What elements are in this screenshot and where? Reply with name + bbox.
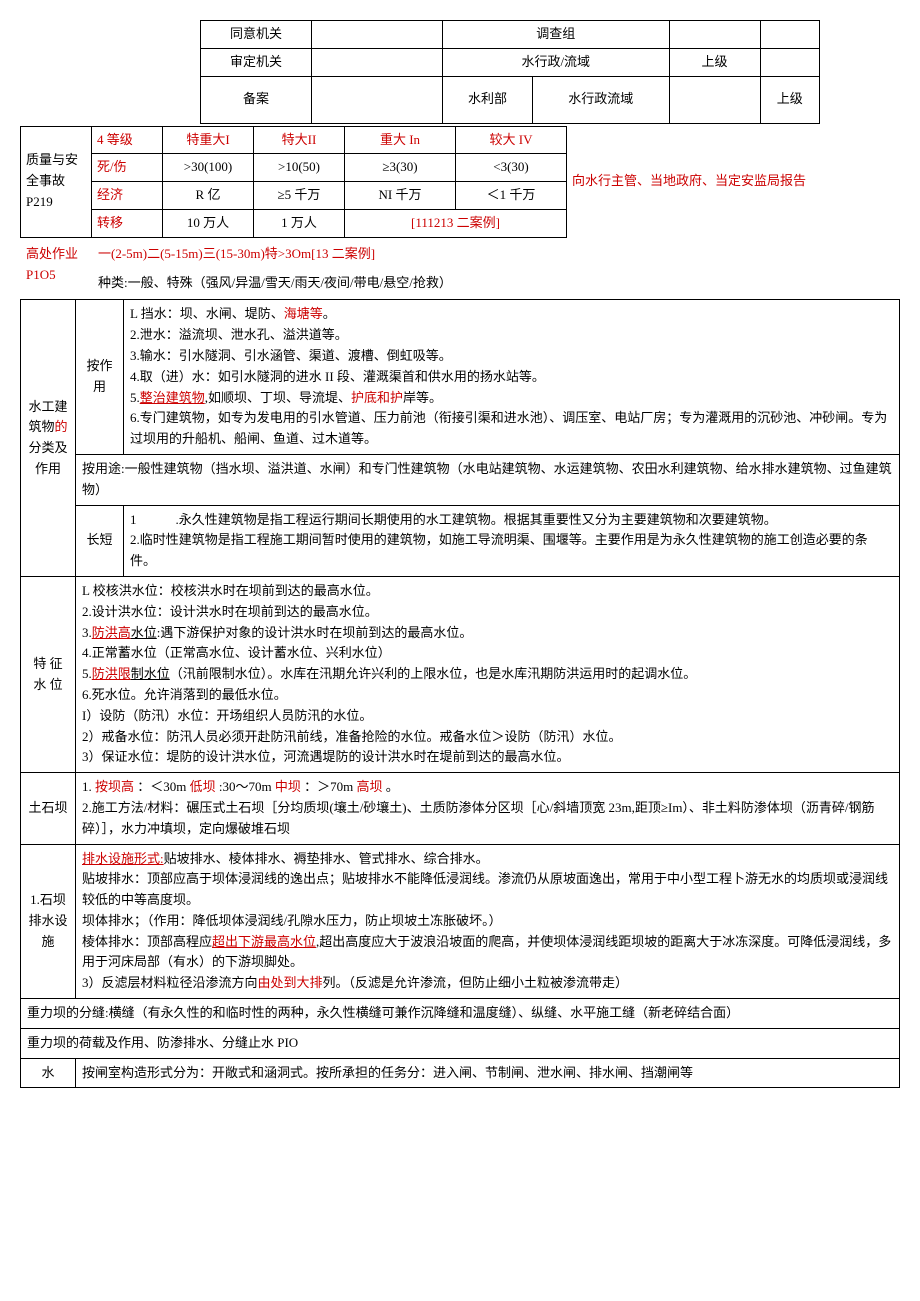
t1r1c1: 同意机关 [201, 21, 312, 49]
t1r1c3: 调查组 [443, 21, 670, 49]
approval-table: 同意机关 调查组 审定机关 水行政/流域 上级 备案 水利部 水行政流域 上级 [200, 20, 820, 124]
t2-side: 质量与安全事故 P219 [21, 126, 92, 237]
gao-section: 高处作业 P1O5 一(2-5m)二(5-15m)三(15-30m)特>3Om[… [20, 240, 900, 298]
accident-level-table: 质量与安全事故 P219 4 等级 特重大I 特大II 重大 In 较大 IV … [20, 126, 900, 238]
hydraulic-structures-table: 水工建筑物的分类及作用 按作用 L 挡水：坝、水闸、堤防、海塘等。 2.泄水：溢… [20, 299, 900, 1088]
